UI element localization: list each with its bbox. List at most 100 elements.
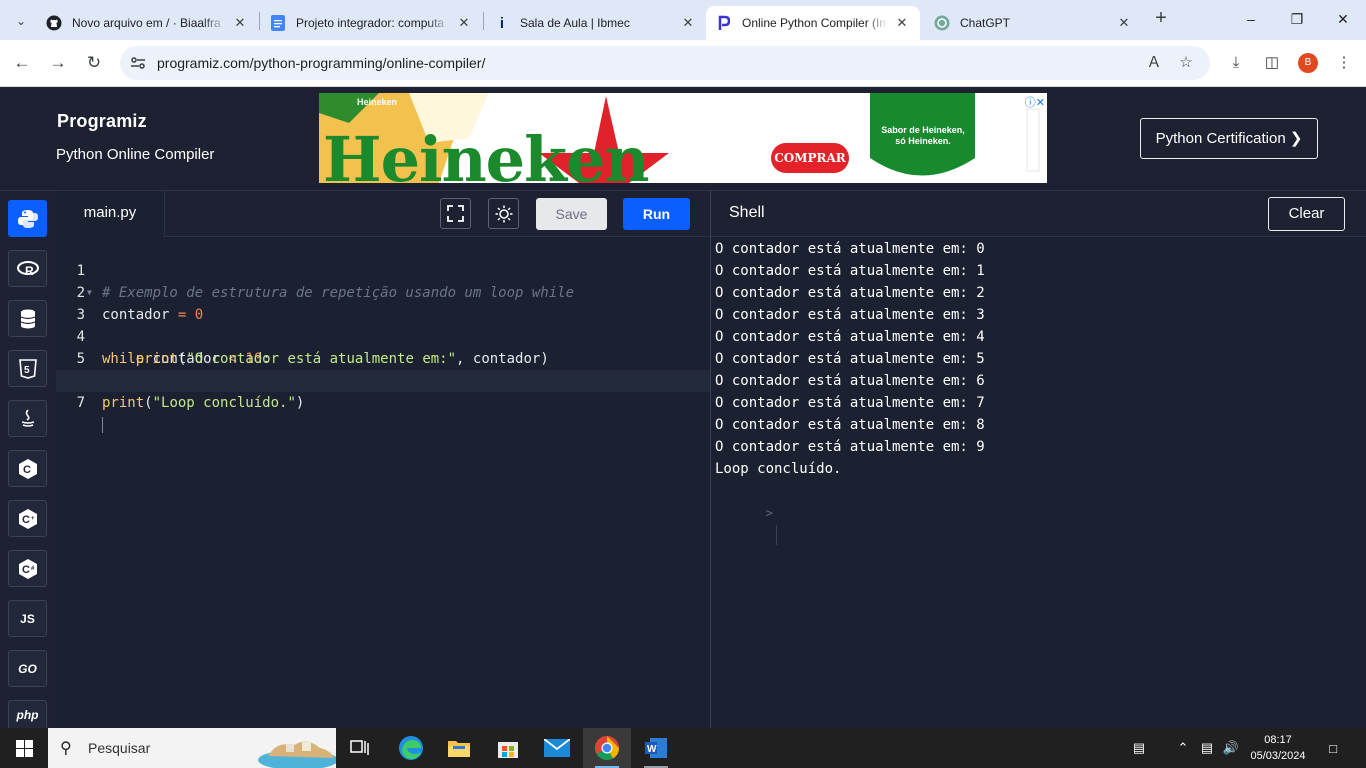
shell-output[interactable]: O contador está atualmente em: 0 O conta…: [715, 238, 985, 545]
ibmec-icon: i: [499, 14, 505, 32]
code-line[interactable]: 4 print("O contador está atualmente em:"…: [56, 304, 710, 367]
output-line: O contador está atualmente em: 8: [715, 417, 985, 433]
browser-tab-github[interactable]: Novo arquivo em / · Biaalfra ✕: [36, 6, 258, 40]
taskbar-word[interactable]: W: [632, 728, 680, 768]
taskbar-edge[interactable]: [387, 728, 435, 768]
code-line[interactable]: 6 print("Loop concluído."): [56, 348, 710, 411]
code-area[interactable]: 1 # Exemplo de estrutura de repetição us…: [56, 238, 710, 433]
notifications-icon[interactable]: □: [1320, 728, 1346, 768]
fold-arrow-icon[interactable]: ▼: [87, 282, 92, 304]
forward-button[interactable]: →: [47, 52, 69, 74]
task-view-button[interactable]: [336, 728, 384, 768]
browser-tab-programiz[interactable]: Online Python Compiler (Int ✕: [706, 6, 920, 40]
programiz-logo[interactable]: Programiz: [57, 111, 147, 132]
start-button[interactable]: [0, 728, 48, 768]
code-line-current[interactable]: 7: [56, 370, 710, 433]
profile-avatar[interactable]: B: [1298, 53, 1318, 73]
bookmark-star-icon[interactable]: ☆: [1176, 53, 1196, 73]
shell-prompt: >: [765, 506, 773, 520]
language-html-button[interactable]: 5: [8, 350, 47, 387]
java-icon: [21, 408, 34, 427]
shell-input-line[interactable]: >: [715, 480, 985, 545]
python-certification-button[interactable]: Python Certification ❯: [1140, 118, 1318, 159]
taskbar-search[interactable]: ⚲ Pesquisar: [48, 728, 336, 768]
ad-close-icon[interactable]: ⓘ✕: [1015, 94, 1045, 109]
store-icon: [498, 742, 518, 758]
taskbar-store[interactable]: [484, 728, 532, 768]
kebab-menu-icon[interactable]: ⋮: [1333, 52, 1355, 74]
network-icon[interactable]: ▤: [1196, 728, 1218, 768]
ad-buy-button[interactable]: COMPRAR: [771, 143, 849, 173]
svg-text:+: +: [31, 516, 35, 522]
code-line[interactable]: 2 contador = 0: [56, 260, 710, 323]
url-text[interactable]: programiz.com/python-programming/online-…: [157, 55, 485, 71]
fullscreen-button[interactable]: [440, 198, 471, 229]
system-clock[interactable]: 08:17 05/03/2024: [1244, 732, 1312, 764]
language-csharp-button[interactable]: C #: [8, 550, 47, 587]
reload-button[interactable]: ↻: [83, 52, 105, 74]
side-panel-icon[interactable]: ◫: [1261, 52, 1283, 74]
php-icon: php: [16, 707, 39, 722]
save-button[interactable]: Save: [536, 198, 607, 230]
shell-cursor: [775, 525, 777, 545]
csharp-icon: C #: [18, 558, 37, 579]
programiz-icon: [716, 15, 732, 31]
theme-toggle-button[interactable]: [488, 198, 519, 229]
chrome-icon: [594, 736, 619, 761]
new-tab-button[interactable]: +: [1150, 8, 1172, 30]
clear-button[interactable]: Clear: [1268, 197, 1345, 231]
language-javascript-button[interactable]: JS: [8, 600, 47, 637]
code-line[interactable]: 3 ▼ while contador < 10:: [56, 282, 710, 367]
language-java-button[interactable]: [8, 400, 47, 437]
file-tab-main-py[interactable]: main.py: [56, 191, 165, 237]
c-icon: C: [18, 458, 37, 479]
language-go-button[interactable]: GO: [8, 650, 47, 687]
volume-icon[interactable]: 🔊: [1220, 728, 1242, 768]
code-line[interactable]: 1 # Exemplo de estrutura de repetição us…: [56, 238, 710, 301]
run-button[interactable]: Run: [623, 198, 690, 230]
restore-window-button[interactable]: ❐: [1282, 6, 1312, 32]
close-tab-icon[interactable]: ✕: [456, 15, 472, 31]
translate-icon[interactable]: Ａ: [1144, 53, 1164, 73]
show-hidden-icons-chevron-icon[interactable]: ⌃: [1174, 728, 1192, 768]
python-icon: [17, 209, 38, 228]
language-sql-button[interactable]: [8, 300, 47, 337]
output-line: O contador está atualmente em: 3: [715, 307, 985, 323]
browser-tab-strip: ⌄ Novo arquivo em / · Biaalfra ✕ Projeto…: [0, 0, 1366, 40]
download-icon[interactable]: ⤓: [1225, 52, 1247, 74]
token-fn: print: [102, 395, 145, 411]
tab-search-chevron-icon[interactable]: ⌄: [10, 10, 32, 32]
taskbar-file-explorer[interactable]: [435, 728, 483, 768]
language-python-button[interactable]: [8, 200, 47, 237]
code-line[interactable]: 5 contador += 1: [56, 326, 710, 389]
minimize-window-button[interactable]: –: [1236, 6, 1266, 32]
output-line: O contador está atualmente em: 0: [715, 241, 985, 257]
close-tab-icon[interactable]: ✕: [680, 15, 696, 31]
windows-logo-icon: [15, 739, 33, 757]
browser-tab-chatgpt[interactable]: ChatGPT ✕: [924, 6, 1142, 40]
close-tab-icon[interactable]: ✕: [1116, 15, 1132, 31]
address-bar[interactable]: programiz.com/python-programming/online-…: [120, 46, 1210, 80]
browser-tab-google-docs[interactable]: Projeto integrador: computa ✕: [260, 6, 482, 40]
ad-small-brand: Heineken: [357, 97, 398, 107]
browser-tab-ibmec[interactable]: i Sala de Aula | Ibmec ✕: [484, 6, 706, 40]
taskbar-chrome[interactable]: [583, 728, 631, 768]
advertisement-banner[interactable]: Heineken Heineken COMPRAR Sabor de Heine…: [319, 93, 1047, 183]
site-settings-icon[interactable]: [130, 55, 146, 71]
close-tab-icon[interactable]: ✕: [232, 15, 248, 31]
language-r-button[interactable]: R: [8, 250, 47, 287]
taskbar-mail[interactable]: [533, 728, 581, 768]
language-php-button[interactable]: php: [8, 700, 47, 728]
language-cpp-button[interactable]: C +: [8, 500, 47, 537]
language-c-button[interactable]: C: [8, 450, 47, 487]
cpp-icon: C +: [18, 508, 37, 529]
close-window-button[interactable]: ✕: [1328, 6, 1358, 32]
output-line: O contador está atualmente em: 5: [715, 351, 985, 367]
news-widget-icon[interactable]: ▤: [1126, 728, 1152, 768]
database-icon: [20, 309, 35, 328]
page-title: Python Online Compiler: [56, 146, 215, 163]
back-button[interactable]: ←: [11, 52, 33, 74]
close-tab-icon[interactable]: ✕: [894, 15, 910, 31]
language-sidebar: R 5 C C + C # JS GO php: [0, 190, 56, 728]
github-icon: [46, 15, 62, 31]
